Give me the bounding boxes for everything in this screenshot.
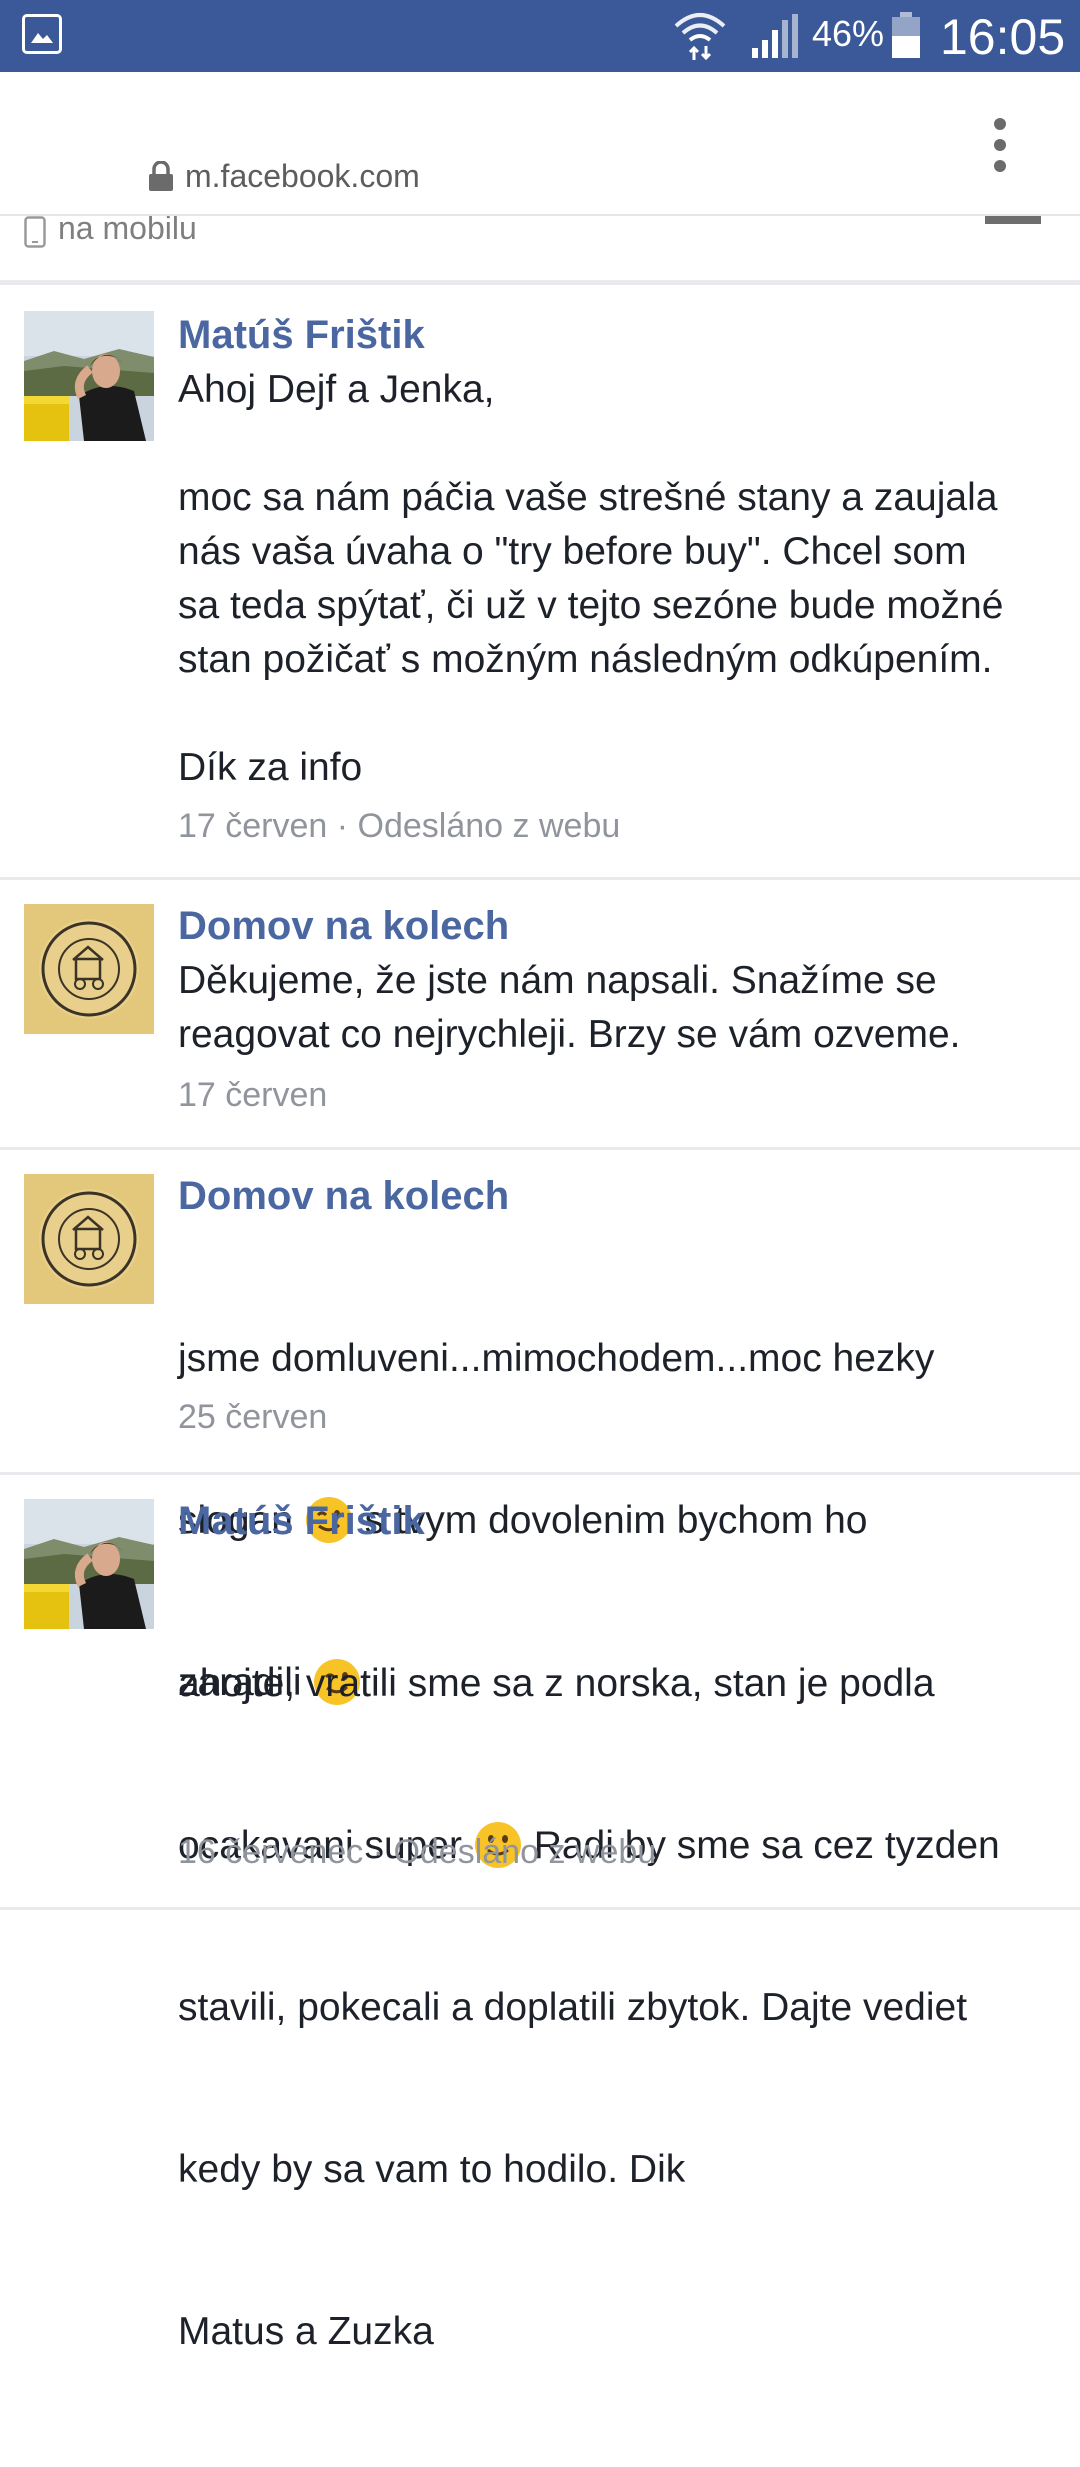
message-date: 17 červen [178,807,328,845]
message-meta: 16 červenec · Odesláno z webu [178,1833,657,1871]
message-author[interactable]: Matúš Frištik [178,313,425,358]
partial-header-row: na mobilu [0,216,1080,280]
na-mobilu-label: na mobilu [58,216,197,246]
message-item[interactable]: Domov na kolech jsme domluveni...mimocho… [0,1150,1080,1705]
message-author[interactable]: Matúš Frištik [178,1499,425,1544]
message-date: 17 červen [178,1076,328,1114]
avatar[interactable] [24,904,154,1034]
overflow-menu-icon[interactable] [990,118,1010,178]
clock: 16:05 [940,9,1066,65]
message-source: Odesláno z webu [357,807,621,845]
message-author[interactable]: Domov na kolech [178,1174,509,1219]
avatar[interactable] [24,311,154,441]
gallery-notification-icon [22,14,62,54]
message-date: 16 červenec [178,1833,364,1871]
message-text: Ahoj Dejf a Jenka, moc sa nám páčia vaše … [178,368,1004,789]
message-author[interactable]: Domov na kolech [178,904,509,949]
message-item[interactable]: Matúš Frištik ahojte, vratili sme sa z n… [0,1475,1080,2353]
message-date: 25 červen [178,1398,328,1436]
lock-icon [149,161,173,191]
url-text[interactable]: m.facebook.com [185,158,420,195]
message-meta: 17 červen · Odesláno z webu [178,807,621,845]
message-text: Děkujeme, že jste nám napsali. Snažíme s… [178,959,961,1056]
avatar[interactable] [24,1499,154,1629]
partial-button[interactable] [985,216,1041,224]
signal-icon [752,14,798,58]
battery-percent: 46% [812,13,885,54]
message-source: Odesláno z webu [393,1833,657,1871]
browser-address-bar[interactable]: m.facebook.com [0,72,1080,216]
wifi-icon [674,13,726,61]
message-item[interactable]: Matúš Frištik Ahoj Dejf a Jenka, moc sa n… [0,285,1080,880]
message-text: ahojte, vratili sme sa z norska, stan je… [178,1662,1000,2353]
battery-icon [892,12,920,58]
mobile-phone-icon [24,216,46,248]
status-bar: 46% 16:05 [0,0,1080,72]
avatar[interactable] [24,1174,154,1304]
message-item[interactable]: Domov na kolech Děkujeme, že jste nám na… [0,880,1080,1150]
